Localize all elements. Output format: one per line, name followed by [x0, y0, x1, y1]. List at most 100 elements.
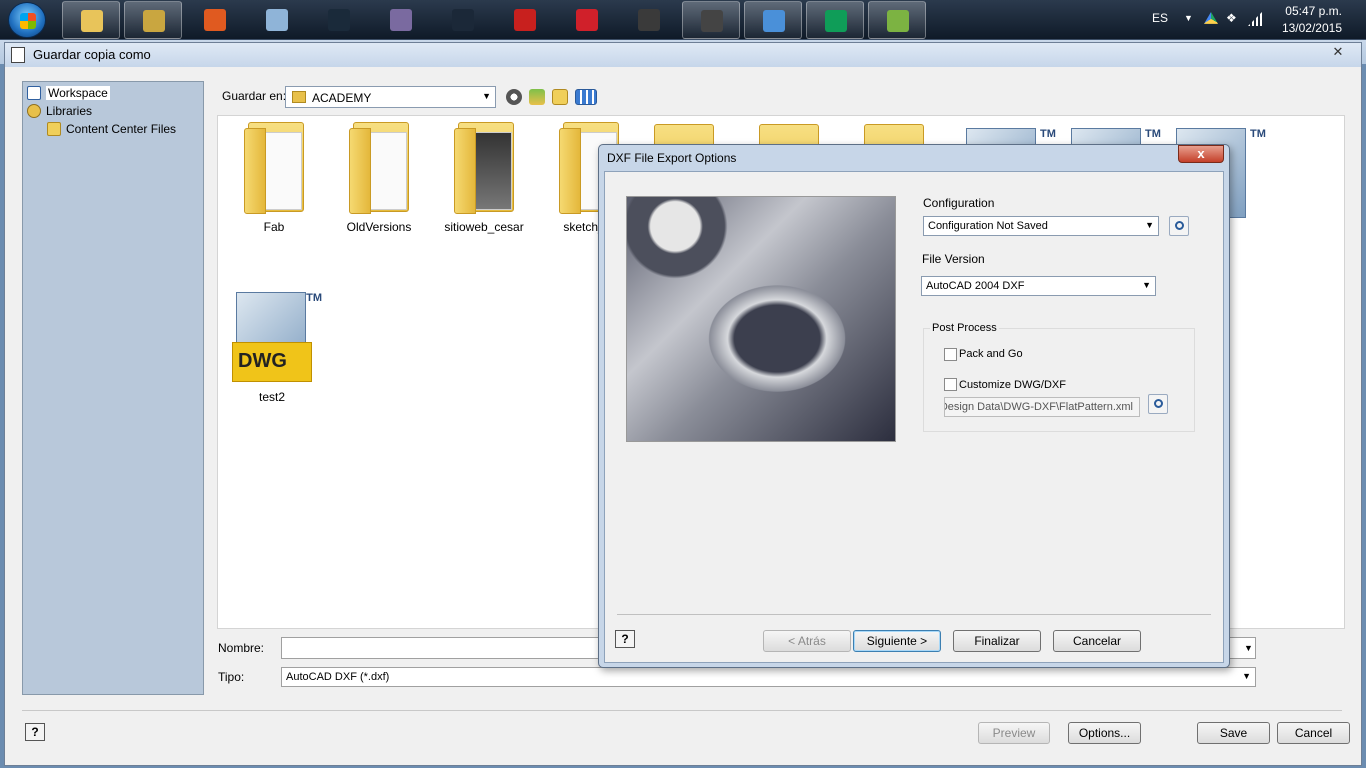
chevron-down-icon: ▼: [482, 91, 491, 101]
save-in-dropdown[interactable]: ACADEMY ▼: [285, 86, 496, 108]
dropbox-icon[interactable]: ❖: [1226, 11, 1240, 25]
back-icon[interactable]: [506, 89, 522, 105]
taskbar-app-equalizer[interactable]: [372, 1, 430, 39]
taskbar: ES ▼ ❖ 05:47 p.m. 13/02/2015: [0, 0, 1366, 40]
system-tray: ES ▼ ❖ 05:47 p.m. 13/02/2015: [1126, 0, 1366, 40]
folder-icon: [240, 122, 308, 214]
network-signal-icon[interactable]: [1248, 12, 1262, 26]
taskbar-app-inkscape[interactable]: [682, 1, 740, 39]
windows-logo-icon: [20, 13, 36, 29]
dxf-export-options-dialog: DXF File Export Options x Configuration …: [598, 144, 1230, 668]
file-name: sitioweb_cesar: [444, 220, 524, 234]
tray-chevron-icon[interactable]: ▼: [1184, 13, 1198, 27]
taskbar-app-explorer[interactable]: [62, 1, 120, 39]
folder-icon: [47, 122, 61, 136]
view-menu-icon[interactable]: [575, 89, 597, 105]
preview-button[interactable]: Preview: [978, 722, 1050, 744]
back-button[interactable]: < Atrás: [763, 630, 851, 652]
file-name: test2: [258, 390, 285, 404]
matlab-icon: [204, 9, 226, 31]
taskbar-app-steam[interactable]: [434, 1, 492, 39]
close-button[interactable]: ✕: [1329, 44, 1347, 60]
google-drive-icon[interactable]: [1204, 12, 1218, 24]
autocad-icon: [514, 9, 536, 31]
taskbar-app-sublime[interactable]: [620, 1, 678, 39]
locations-sidebar: Workspace Libraries Content Center Files: [22, 81, 204, 695]
file-item-folder[interactable]: sitioweb_cesar: [434, 122, 534, 234]
file-type-select[interactable]: AutoCAD DXF (*.dxf) ▼: [281, 667, 1256, 687]
customize-path-value: Design Data\DWG-DXF\FlatPattern.xml: [944, 401, 1133, 413]
file-type-label: Tipo:: [218, 670, 245, 684]
sidebar-item-label: Workspace: [46, 86, 110, 100]
file-version-dropdown[interactable]: AutoCAD 2004 DXF ▼: [921, 276, 1156, 296]
taskbar-app-matlab[interactable]: [186, 1, 244, 39]
up-folder-icon[interactable]: [529, 89, 545, 105]
sidebar-item-label: Libraries: [46, 104, 93, 118]
equalizer-icon: [390, 9, 412, 31]
start-button[interactable]: [8, 2, 46, 38]
taskbar-app-autocad[interactable]: [496, 1, 554, 39]
divider: [22, 710, 1342, 711]
steam-icon: [452, 9, 474, 31]
configuration-browse-button[interactable]: [1169, 216, 1189, 236]
new-folder-icon[interactable]: [552, 89, 568, 105]
atom-icon: [266, 9, 288, 31]
taskbar-app-hangouts[interactable]: [806, 1, 864, 39]
clock-time[interactable]: 05:47 p.m.: [1285, 4, 1342, 18]
pack-and-go-checkbox[interactable]: [944, 348, 957, 361]
dialog-title: DXF File Export Options: [607, 151, 737, 165]
libraries-icon: [27, 104, 41, 118]
file-version-value: AutoCAD 2004 DXF: [926, 280, 1025, 292]
folder-icon: [345, 122, 413, 214]
explorer-icon: [81, 10, 103, 32]
customize-path-browse-button: [1148, 394, 1168, 414]
help-button[interactable]: ?: [615, 630, 635, 648]
taskbar-app-chrome[interactable]: [744, 1, 802, 39]
p-app-icon: [328, 9, 350, 31]
taskbar-app-mplab[interactable]: [558, 1, 616, 39]
save-in-value: ACADEMY: [312, 91, 372, 105]
save-in-label: Guardar en:: [222, 89, 287, 103]
chevron-down-icon: ▼: [1142, 280, 1151, 290]
file-item-dwg[interactable]: DWG TM test2: [222, 292, 322, 404]
hangouts-icon: [825, 10, 847, 32]
file-version-label: File Version: [922, 252, 985, 266]
sidebar-item-content-center-files[interactable]: Content Center Files: [47, 120, 176, 138]
post-process-label: Post Process: [930, 322, 999, 334]
cancel-button[interactable]: Cancel: [1277, 722, 1350, 744]
chevron-down-icon: ▼: [1242, 671, 1251, 681]
sidebar-item-label: Content Center Files: [66, 122, 177, 136]
file-name: Fab: [263, 220, 285, 234]
next-button[interactable]: Siguiente >: [853, 630, 941, 652]
close-button[interactable]: x: [1178, 145, 1224, 163]
taskbar-app-inventor[interactable]: [124, 1, 182, 39]
chevron-down-icon: ▼: [1145, 220, 1154, 230]
taskbar-app-green-app[interactable]: [868, 1, 926, 39]
dwg-tm-mark: TM: [1145, 128, 1161, 140]
dialog-titlebar: Guardar copia como ✕: [5, 43, 1361, 67]
inventor-icon: [143, 10, 165, 32]
customize-dwg-dxf-label[interactable]: Customize DWG/DXF: [959, 379, 1066, 391]
language-indicator[interactable]: ES: [1152, 11, 1168, 25]
taskbar-app-atom[interactable]: [248, 1, 306, 39]
green-app-icon: [887, 10, 909, 32]
customize-dwg-dxf-checkbox[interactable]: [944, 378, 957, 391]
help-button[interactable]: ?: [25, 723, 45, 741]
search-icon: [1154, 399, 1163, 408]
options-button[interactable]: Options...: [1068, 722, 1141, 744]
finish-button[interactable]: Finalizar: [953, 630, 1041, 652]
chevron-down-icon[interactable]: ▼: [1244, 643, 1253, 653]
cancel-button[interactable]: Cancelar: [1053, 630, 1141, 652]
file-item-folder[interactable]: Fab: [224, 122, 324, 234]
save-button[interactable]: Save: [1197, 722, 1270, 744]
file-item-folder[interactable]: OldVersions: [329, 122, 429, 234]
taskbar-app-p-app[interactable]: [310, 1, 368, 39]
sidebar-item-workspace[interactable]: Workspace: [27, 84, 110, 102]
sidebar-item-libraries[interactable]: Libraries: [27, 102, 92, 120]
pack-and-go-label[interactable]: Pack and Go: [959, 348, 1023, 360]
clock-date[interactable]: 13/02/2015: [1282, 21, 1342, 35]
configuration-dropdown[interactable]: Configuration Not Saved ▼: [923, 216, 1159, 236]
dialog-title: Guardar copia como: [33, 47, 151, 62]
search-icon: [1175, 221, 1184, 230]
folder-icon: [450, 122, 518, 214]
